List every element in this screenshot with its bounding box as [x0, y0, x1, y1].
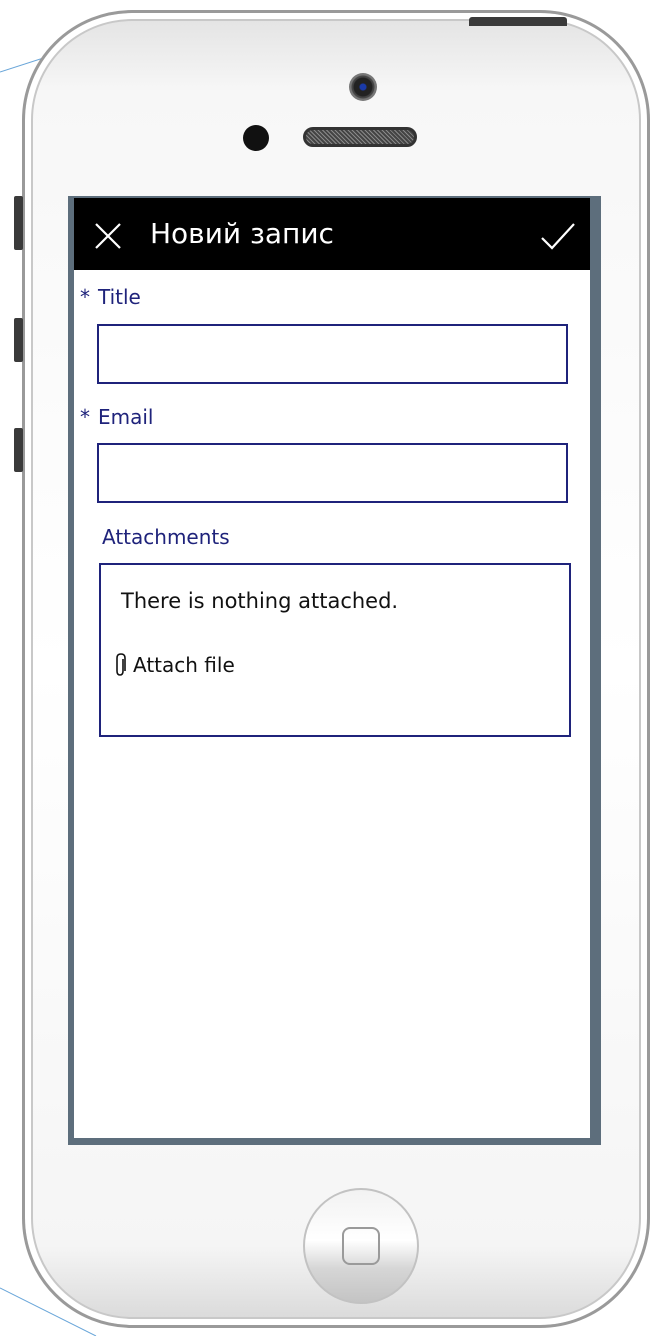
- close-button[interactable]: [90, 218, 126, 254]
- title-label-text: Title: [98, 285, 141, 309]
- checkmark-icon: [541, 223, 575, 250]
- submit-button[interactable]: [538, 218, 578, 254]
- page-title: Новий запис: [150, 217, 334, 250]
- required-marker: *: [80, 285, 90, 309]
- paperclip-icon: [116, 653, 126, 676]
- close-icon: [95, 223, 121, 249]
- attach-file-label: Attach file: [133, 653, 235, 677]
- title-label: * Title: [80, 284, 141, 310]
- app-form: Новий запис * Title * Email Attachments Th…: [74, 198, 590, 1138]
- front-camera: [349, 73, 377, 101]
- title-input[interactable]: [97, 324, 568, 384]
- attachments-box: There is nothing attached. Attach file: [99, 563, 571, 737]
- attach-file-button[interactable]: Attach file: [113, 651, 235, 679]
- mute-switch: [14, 196, 23, 250]
- email-label-text: Email: [98, 405, 154, 429]
- empty-attachments-text: There is nothing attached.: [121, 589, 399, 613]
- proximity-sensor: [243, 125, 269, 151]
- earpiece-speaker: [303, 127, 417, 147]
- required-marker: *: [80, 405, 90, 429]
- email-input[interactable]: [97, 443, 568, 503]
- volume-up-button: [14, 318, 23, 362]
- phone-screen: Новий запис * Title * Email Attachments Th…: [68, 196, 601, 1145]
- home-button[interactable]: [303, 1188, 419, 1304]
- email-label: * Email: [80, 404, 154, 430]
- attachments-label: Attachments: [102, 525, 230, 549]
- power-button: [469, 17, 567, 26]
- volume-down-button: [14, 428, 23, 472]
- home-square-icon: [342, 1227, 380, 1265]
- form-header: Новий запис: [74, 198, 590, 270]
